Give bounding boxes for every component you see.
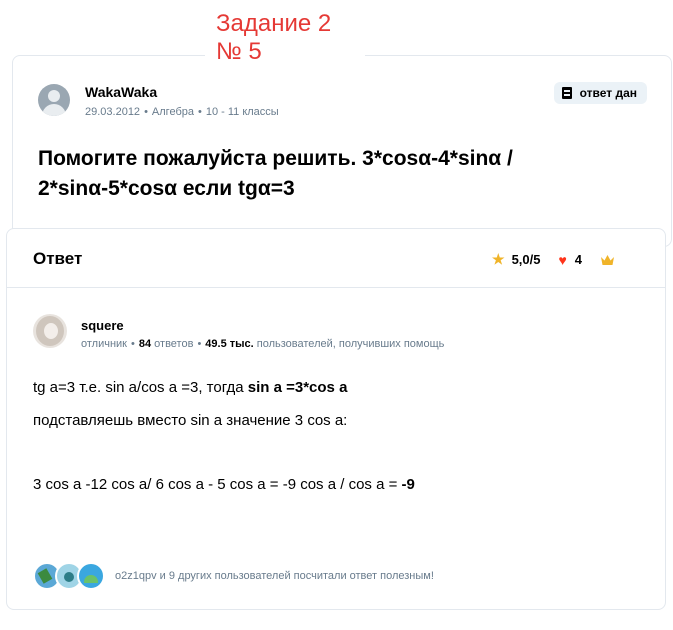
question-meta: 29.03.2012 • Алгебра • 10 - 11 классы [85, 106, 279, 118]
helpful-text: o2z1qpv и 9 других пользователей посчита… [115, 570, 434, 582]
author-answers-label: ответов [154, 338, 194, 350]
answer-header-title: Ответ [33, 249, 83, 268]
answer-line-3-text: 3 cos a -12 cos a/ 6 cos a - 5 cos a = -… [33, 476, 402, 493]
author-answers-count: 84 [138, 338, 152, 350]
author-helped-count: 49.5 тыс. [205, 338, 254, 350]
star-icon[interactable]: ★ [492, 251, 505, 268]
task-annotation-line2: № 5 [216, 38, 262, 65]
answer-card: Ответ ★ 5,0/5 ♥ 4 squere отличник • 84 отв… [6, 228, 666, 610]
answer-line-1-text: tg a=3 т.е. sin a/cos a =3, тогда [33, 379, 248, 396]
question-date: 29.03.2012 [85, 106, 141, 118]
question-title: Помогите пожалуйста решить. 3*cosα-4*sin… [38, 144, 598, 204]
rating-value: 5,0/5 [511, 252, 541, 267]
author-rank: отличник [81, 338, 127, 350]
answer-line-1: tg a=3 т.е. sin a/cos a =3, тогда sin a … [33, 379, 347, 396]
answered-badge-label: ответ дан [579, 86, 637, 100]
crown-icon[interactable] [600, 254, 615, 266]
answer-author-name[interactable]: squere [81, 318, 124, 333]
likes-count: 4 [574, 252, 583, 267]
answer-line-1-bold: sin a =3*cos a [247, 379, 348, 396]
answer-header: Ответ ★ 5,0/5 ♥ 4 [7, 229, 665, 288]
task-annotation-line1: Задание 2 [216, 10, 332, 37]
helpful-users: o2z1qpv и 9 других пользователей посчита… [33, 562, 434, 590]
answer-author-avatar[interactable] [33, 314, 67, 348]
question-card: WakaWaka 29.03.2012 • Алгебра • 10 - 11 клас… [12, 55, 672, 247]
question-author-name[interactable]: WakaWaka [85, 84, 157, 100]
question-grade: 10 - 11 классы [205, 106, 279, 118]
answer-badge-icon [561, 87, 572, 99]
helpful-user-avatar[interactable] [77, 562, 105, 590]
answer-line-2: подставляешь вместо sin a значение 3 cos… [33, 412, 348, 429]
task-annotation: Задание 2 № 5 [205, 10, 365, 72]
answer-line-3: 3 cos a -12 cos a/ 6 cos a - 5 cos a = -… [33, 476, 415, 493]
answered-badge: ответ дан [553, 82, 647, 104]
default-avatar-icon[interactable] [38, 84, 70, 116]
author-helped-label: пользователей, получивших помощь [256, 338, 445, 350]
heart-icon[interactable]: ♥ [558, 252, 566, 268]
question-title-line1: Помогите пожалуйста решить. 3*cosα-4*sin… [38, 147, 513, 170]
answer-rating: ★ 5,0/5 ♥ 4 [492, 251, 615, 268]
question-subject[interactable]: Алгебра [152, 106, 194, 118]
question-title-line2: 2*sinα-5*cosα если tgα=3 [38, 177, 295, 200]
answer-line-3-bold: -9 [401, 476, 415, 493]
answer-author-meta: отличник • 84 ответов • 49.5 тыс. пользовате… [81, 338, 445, 350]
